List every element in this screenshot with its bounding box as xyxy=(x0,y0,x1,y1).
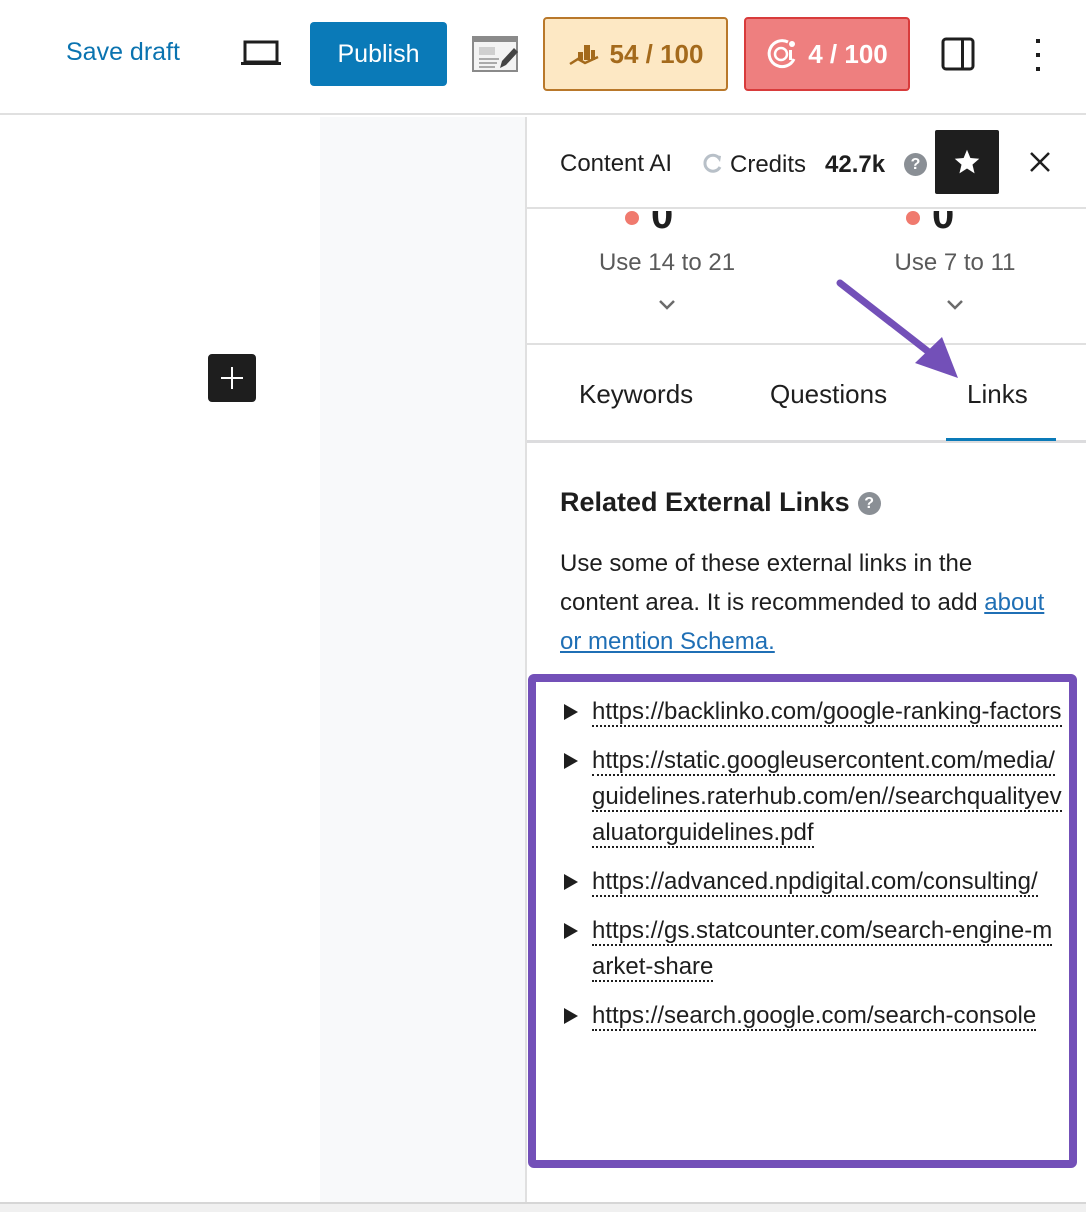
page-edit-icon[interactable] xyxy=(472,34,520,74)
external-link[interactable]: https://backlinko.com/google-ranking-fac… xyxy=(592,698,1062,727)
list-item: https://advanced.npdigital.com/consultin… xyxy=(564,864,1064,900)
laptop-icon[interactable] xyxy=(240,40,282,68)
close-icon[interactable] xyxy=(1027,149,1053,175)
sidebar-panel-icon[interactable] xyxy=(940,36,976,72)
star-button[interactable] xyxy=(935,130,999,194)
related-links-section: Related External Links? Use some of thes… xyxy=(560,487,1060,661)
sidebar-header: Content AI Credits 42.7k ? xyxy=(527,117,1086,209)
editor-canvas-gutter xyxy=(320,117,525,1202)
section-title: Related External Links xyxy=(560,487,850,517)
content-ai-icon xyxy=(767,39,796,69)
external-link[interactable]: https://gs.statcounter.com/search-engine… xyxy=(592,917,1053,982)
seo-score-value: 54 / 100 xyxy=(609,38,704,69)
credits-label: Credits xyxy=(730,151,807,178)
stat-value: 0 xyxy=(932,211,955,237)
star-icon xyxy=(954,149,980,174)
active-tab-indicator xyxy=(946,438,1056,441)
help-icon[interactable]: ? xyxy=(857,492,881,515)
list-item: https://backlinko.com/google-ranking-fac… xyxy=(564,694,1064,730)
stat-item: 0 Use 7 to 11 xyxy=(835,211,1075,310)
triangle-right-icon[interactable] xyxy=(564,753,578,769)
stat-hint: Use 14 to 21 xyxy=(598,249,736,276)
list-item: https://gs.statcounter.com/search-engine… xyxy=(564,913,1064,985)
seo-score-badge[interactable]: 54 / 100 xyxy=(543,17,728,91)
content-ai-sidebar: Content AI Credits 42.7k ? 0 Use 14 to 2… xyxy=(525,117,1086,1202)
list-item: https://search.google.com/search-console xyxy=(564,998,1064,1034)
triangle-right-icon[interactable] xyxy=(564,923,578,939)
add-block-button[interactable] xyxy=(208,354,256,402)
plus-icon xyxy=(221,367,243,389)
editor-canvas[interactable] xyxy=(0,117,320,1202)
content-ai-score-badge[interactable]: 4 / 100 xyxy=(744,17,910,91)
chevron-down-icon[interactable] xyxy=(945,299,965,311)
tab-keywords[interactable]: Keywords xyxy=(579,379,693,410)
stat-value: 0 xyxy=(651,211,674,237)
external-links-list: https://backlinko.com/google-ranking-fac… xyxy=(564,694,1064,1047)
credits-value: 42.7k xyxy=(825,151,886,178)
tab-questions[interactable]: Questions xyxy=(770,379,887,410)
content-ai-score-value: 4 / 100 xyxy=(808,38,888,69)
publish-button[interactable]: Publish xyxy=(310,22,447,86)
stat-hint: Use 7 to 11 xyxy=(894,249,1016,276)
description-text: Use some of these external links in the … xyxy=(560,550,985,616)
external-link[interactable]: https://static.googleusercontent.com/med… xyxy=(592,747,1062,848)
refresh-icon[interactable] xyxy=(702,152,724,174)
stat-item: 0 Use 14 to 21 xyxy=(547,211,787,310)
external-link[interactable]: https://search.google.com/search-console xyxy=(592,1002,1037,1031)
chart-growth-icon xyxy=(568,45,599,66)
status-dot-icon xyxy=(906,211,920,225)
external-links-highlight: https://backlinko.com/google-ranking-fac… xyxy=(528,674,1077,1168)
bottom-status-bar xyxy=(0,1202,1086,1212)
tab-links[interactable]: Links xyxy=(967,379,1028,410)
status-dot-icon xyxy=(625,211,639,225)
more-vertical-icon[interactable] xyxy=(1026,36,1050,74)
save-draft-button[interactable]: Save draft xyxy=(66,38,180,67)
triangle-right-icon[interactable] xyxy=(564,704,578,720)
sidebar-title: Content AI xyxy=(560,150,673,177)
triangle-right-icon[interactable] xyxy=(564,1008,578,1024)
chevron-down-icon[interactable] xyxy=(657,299,677,311)
content-stats: 0 Use 14 to 21 0 Use 7 to 11 xyxy=(527,211,1086,345)
triangle-right-icon[interactable] xyxy=(564,874,578,890)
external-link[interactable]: https://advanced.npdigital.com/consultin… xyxy=(592,868,1038,897)
content-ai-tabs: Keywords Questions Links xyxy=(527,347,1086,443)
section-description: Use some of these external links in the … xyxy=(560,544,1050,661)
help-icon[interactable]: ? xyxy=(904,153,927,176)
list-item: https://static.googleusercontent.com/med… xyxy=(564,743,1064,851)
editor-top-toolbar: Save draft Publish 54 / 100 4 / 100 xyxy=(0,0,1086,115)
